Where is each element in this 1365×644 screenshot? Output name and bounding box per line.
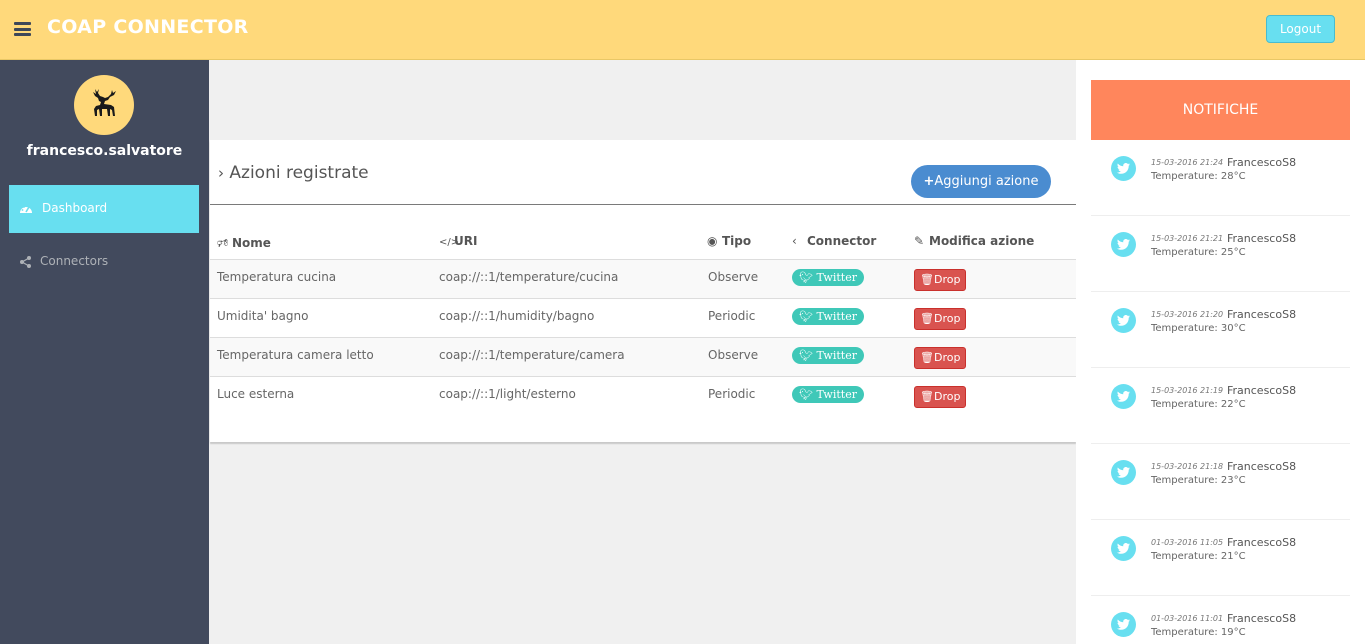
top-bar: COAP CONNECTOR Logout: [0, 0, 1365, 60]
dot-circle-icon: ◉: [707, 234, 718, 248]
divider: [210, 204, 1076, 205]
twitter-icon[interactable]: [1111, 612, 1136, 637]
deer-icon: [93, 89, 116, 116]
menu-toggle-icon[interactable]: [14, 22, 31, 36]
chevron-right-icon: ›: [218, 164, 224, 182]
notification-user: FrancescoS8: [1227, 612, 1297, 625]
column-header-uri: </>URI: [439, 234, 478, 248]
notification-item: 01-03-2016 11:01 FrancescoS8 Temperature…: [1091, 596, 1350, 644]
table-row: Temperatura camera letto coap://::1/temp…: [210, 337, 1076, 376]
notification-time: 15-03-2016 21:21: [1151, 234, 1224, 243]
bullhorn-icon: 🕫: [217, 236, 229, 250]
share-icon: [20, 256, 31, 268]
trash-icon: 🗑︎: [920, 390, 934, 403]
column-header-tipo: ◉ Tipo: [707, 234, 752, 248]
sidebar-item-connectors[interactable]: Connectors: [9, 238, 199, 286]
column-header-modifica: ✎ Modifica azione: [914, 234, 1035, 248]
notification-time: 15-03-2016 21:19: [1151, 386, 1224, 395]
twitter-connector-badge[interactable]: 🐦︎ Twitter: [792, 386, 864, 403]
cell-nome: Temperatura camera letto: [217, 348, 374, 362]
twitter-icon: 🐦︎: [799, 349, 813, 362]
notification-item: 01-03-2016 11:05 FrancescoS8 Temperature…: [1091, 520, 1350, 596]
plus-icon: +: [923, 174, 935, 189]
cell-tipo: Observe: [708, 270, 759, 284]
notification-message: Temperature: 21°C: [1151, 551, 1246, 562]
drop-button[interactable]: 🗑︎Drop: [914, 347, 967, 369]
sidebar: francesco.salvatore Dashboard Connectors: [0, 60, 209, 644]
twitter-icon: 🐦︎: [799, 310, 813, 323]
twitter-icon[interactable]: [1111, 460, 1136, 485]
notification-message: Temperature: 28°C: [1151, 171, 1246, 182]
logout-button[interactable]: Logout: [1266, 15, 1335, 43]
actions-panel: › Azioni registrate +Aggiungi azione 🕫 No…: [210, 140, 1076, 442]
table-row: Umidita' bagno coap://::1/humidity/bagno…: [210, 298, 1076, 337]
notification-item: 15-03-2016 21:24 FrancescoS8 Temperature…: [1091, 140, 1350, 216]
add-action-button[interactable]: +Aggiungi azione: [911, 165, 1051, 198]
username: francesco.salvatore: [26, 143, 183, 159]
notification-user: FrancescoS8: [1227, 156, 1297, 169]
notification-item: 15-03-2016 21:19 FrancescoS8 Temperature…: [1091, 368, 1350, 444]
panel-title: › Azioni registrate: [218, 163, 369, 183]
notification-message: Temperature: 22°C: [1151, 399, 1246, 410]
notification-user: FrancescoS8: [1227, 308, 1297, 321]
avatar: [74, 75, 134, 135]
notification-message: Temperature: 19°C: [1151, 627, 1246, 638]
notification-user: FrancescoS8: [1227, 536, 1297, 549]
column-header-nome: 🕫 Nome: [217, 234, 271, 255]
cell-uri: coap://::1/temperature/camera: [439, 348, 625, 362]
twitter-connector-badge[interactable]: 🐦︎ Twitter: [792, 269, 864, 286]
notification-user: FrancescoS8: [1227, 384, 1297, 397]
twitter-connector-badge[interactable]: 🐦︎ Twitter: [792, 308, 864, 325]
sidebar-item-dashboard[interactable]: Dashboard: [9, 185, 199, 233]
notification-message: Temperature: 30°C: [1151, 323, 1246, 334]
notification-user: FrancescoS8: [1227, 232, 1297, 245]
notification-item: 15-03-2016 21:21 FrancescoS8 Temperature…: [1091, 216, 1350, 292]
notification-time: 15-03-2016 21:20: [1151, 310, 1224, 319]
cell-uri: coap://::1/temperature/cucina: [439, 270, 619, 284]
trash-icon: 🗑︎: [920, 273, 934, 286]
dashboard-icon: [20, 205, 32, 213]
notification-time: 15-03-2016 21:24: [1151, 158, 1224, 167]
twitter-connector-badge[interactable]: 🐦︎ Twitter: [792, 347, 864, 364]
share-icon: ‹: [792, 234, 797, 248]
notification-item: 15-03-2016 21:20 FrancescoS8 Temperature…: [1091, 292, 1350, 368]
code-icon: </>: [439, 237, 460, 248]
cell-uri: coap://::1/humidity/bagno: [439, 309, 595, 323]
cell-tipo: Observe: [708, 348, 759, 362]
table-row: Temperatura cucina coap://::1/temperatur…: [210, 259, 1076, 298]
cell-nome: Temperatura cucina: [217, 270, 337, 284]
notifications-column: NOTIFICHE 15-03-2016 21:24 FrancescoS8 T…: [1076, 60, 1365, 644]
table-row: Luce esterna coap://::1/light/esterno Pe…: [210, 376, 1076, 415]
notification-time: 01-03-2016 11:01: [1151, 614, 1224, 623]
twitter-icon: 🐦︎: [799, 388, 813, 401]
drop-button[interactable]: 🗑︎Drop: [914, 308, 967, 330]
cell-uri: coap://::1/light/esterno: [439, 387, 576, 401]
notification-time: 15-03-2016 21:18: [1151, 462, 1224, 471]
sidebar-item-label: Connectors: [40, 254, 109, 268]
cell-tipo: Periodic: [708, 387, 756, 401]
cell-tipo: Periodic: [708, 309, 756, 323]
twitter-icon[interactable]: [1111, 536, 1136, 561]
twitter-icon[interactable]: [1111, 384, 1136, 409]
notifications-header: NOTIFICHE: [1091, 80, 1350, 140]
twitter-icon[interactable]: [1111, 232, 1136, 257]
app-title: COAP CONNECTOR: [47, 16, 249, 38]
drop-button[interactable]: 🗑︎Drop: [914, 269, 967, 291]
notification-message: Temperature: 23°C: [1151, 475, 1246, 486]
twitter-icon[interactable]: [1111, 308, 1136, 333]
cell-nome: Umidita' bagno: [217, 309, 309, 323]
notification-time: 01-03-2016 11:05: [1151, 538, 1224, 547]
trash-icon: 🗑︎: [920, 351, 934, 364]
sidebar-item-label: Dashboard: [42, 201, 108, 215]
edit-icon: ✎: [914, 234, 925, 248]
notification-message: Temperature: 25°C: [1151, 247, 1246, 258]
trash-icon: 🗑︎: [920, 312, 934, 325]
column-header-connector: ‹ Connector: [792, 234, 877, 248]
twitter-icon[interactable]: [1111, 156, 1136, 181]
drop-button[interactable]: 🗑︎Drop: [914, 386, 967, 408]
cell-nome: Luce esterna: [217, 387, 295, 401]
twitter-icon: 🐦︎: [799, 271, 813, 284]
notification-user: FrancescoS8: [1227, 460, 1297, 473]
notification-item: 15-03-2016 21:18 FrancescoS8 Temperature…: [1091, 444, 1350, 520]
